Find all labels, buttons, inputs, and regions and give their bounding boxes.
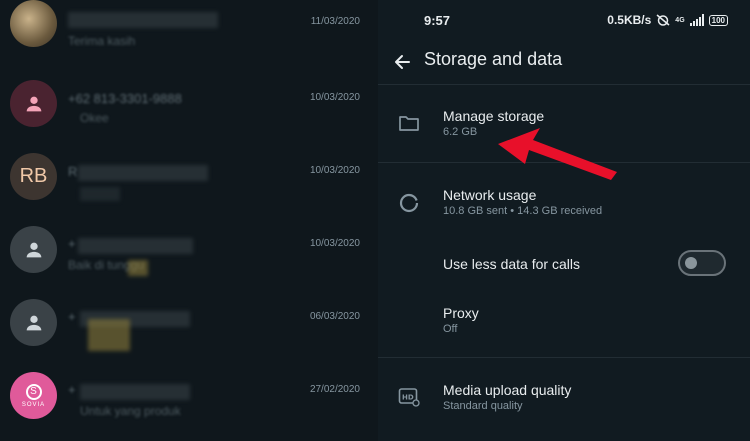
chat-list: Terima kasih 11/03/2020 +62 813-3301-988… <box>0 0 378 441</box>
chat-row[interactable]: S SOVIA + Untuk yang produk 27/02/2020 <box>0 362 378 436</box>
chat-name: +62 813-3301-9888 <box>68 91 182 106</box>
contact-avatar <box>10 226 57 273</box>
manage-storage-item[interactable]: Manage storage 6.2 GB <box>378 98 750 158</box>
person-icon <box>26 242 41 257</box>
alarm-off-icon <box>656 14 670 26</box>
app-bar: Storage and data <box>378 40 750 84</box>
contact-avatar <box>10 299 57 346</box>
data-usage-icon <box>396 190 422 216</box>
chat-name: + <box>68 382 76 397</box>
proxy-status: Off <box>443 323 458 335</box>
network-usage-item[interactable]: Network usage 10.8 GB sent • 14.3 GB rec… <box>378 176 750 236</box>
page-title: Storage and data <box>424 49 563 69</box>
storage-and-data-screen: 9:57 0.5KB/s 4G 100 Storage and data Man… <box>378 0 750 441</box>
chat-name: + <box>68 236 76 251</box>
contact-avatar: RB <box>10 153 57 200</box>
chat-name: R <box>68 164 78 179</box>
contact-avatar <box>10 0 57 47</box>
avatar-brand: SOVIA <box>21 401 46 408</box>
less-data-calls-item[interactable]: Use less data for calls <box>378 244 750 284</box>
chat-row[interactable]: RB R 10/03/2020 <box>0 143 378 217</box>
back-button[interactable] <box>386 46 418 78</box>
avatar-initials: RB <box>19 165 48 187</box>
chat-date: 10/03/2020 <box>309 165 360 176</box>
chat-date: 10/03/2020 <box>309 238 360 249</box>
less-data-calls-title: Use less data for calls <box>443 256 580 272</box>
chat-row[interactable]: +62 813-3301-9888 Okee 10/03/2020 <box>0 70 378 144</box>
media-upload-quality-item[interactable]: HD Media upload quality Standard quality <box>378 372 750 422</box>
contact-avatar: S SOVIA <box>10 372 57 419</box>
battery-icon: 100 <box>708 14 728 26</box>
signal-icon <box>689 14 704 26</box>
proxy-title: Proxy <box>443 305 479 321</box>
hd-icon: HD <box>396 384 422 410</box>
media-upload-quality-value: Standard quality <box>443 400 523 412</box>
chat-row[interactable]: Terima kasih 11/03/2020 <box>0 0 378 68</box>
divider <box>378 357 750 358</box>
media-upload-quality-title: Media upload quality <box>443 382 572 398</box>
chat-name: + <box>68 309 76 324</box>
svg-text:HD: HD <box>402 394 414 402</box>
network-speed: 0.5KB/s <box>607 13 652 27</box>
proxy-item[interactable]: Proxy Off <box>378 296 750 344</box>
manage-storage-title: Manage storage <box>443 108 545 124</box>
divider <box>378 162 750 163</box>
arrow-back-icon <box>395 55 410 69</box>
network-usage-stats: 10.8 GB sent • 14.3 GB received <box>443 205 603 217</box>
chat-date: 06/03/2020 <box>309 311 360 322</box>
person-icon <box>26 315 41 330</box>
chat-date: 11/03/2020 <box>310 16 360 27</box>
contact-avatar <box>10 80 57 127</box>
chat-row[interactable]: + Baik di tunggu 10/03/2020 <box>0 216 378 290</box>
status-time: 9:57 <box>424 13 451 28</box>
toggle-knob <box>685 257 697 269</box>
less-data-calls-toggle[interactable] <box>678 250 726 276</box>
person-icon <box>26 96 41 111</box>
chat-date: 27/02/2020 <box>309 384 360 395</box>
folder-icon <box>396 110 422 136</box>
network-usage-title: Network usage <box>443 187 537 203</box>
chat-row[interactable]: + 06/03/2020 <box>0 289 378 363</box>
chat-message-preview: Terima kasih <box>68 34 136 48</box>
network-type: 4G <box>675 16 685 24</box>
divider <box>378 84 750 85</box>
manage-storage-size: 6.2 GB <box>443 126 478 138</box>
chat-date: 10/03/2020 <box>309 92 360 103</box>
brand-logo-icon: S <box>25 383 42 400</box>
status-bar: 9:57 0.5KB/s 4G 100 <box>378 0 750 40</box>
chat-message-preview: Okee <box>80 111 109 125</box>
chat-message-preview: Untuk yang produk <box>80 404 181 418</box>
